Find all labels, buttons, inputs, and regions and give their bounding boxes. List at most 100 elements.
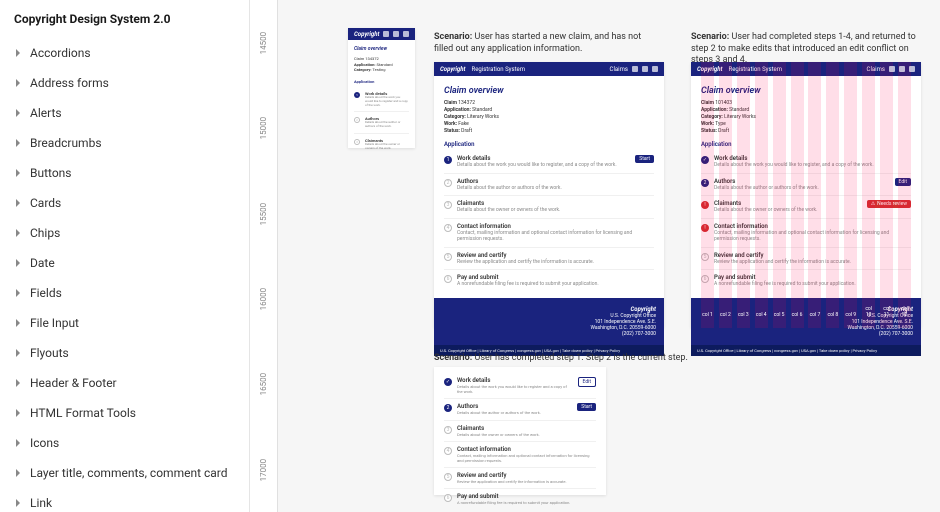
app-header: Copyright: [348, 28, 415, 40]
sidebar-item[interactable]: Alerts: [0, 98, 249, 128]
user-icon[interactable]: [652, 66, 658, 72]
check-icon: ✓: [444, 378, 452, 386]
sidebar-item[interactable]: Flyouts: [0, 338, 249, 368]
chevron-right-icon: [14, 79, 22, 87]
step-row[interactable]: ! Contact informationContact, mailing in…: [701, 219, 911, 248]
bell-icon[interactable]: [642, 66, 648, 72]
step-number-icon: 5: [444, 253, 452, 261]
step-number-icon: 2: [701, 179, 709, 187]
sidebar-item-label: Address forms: [30, 76, 109, 90]
sidebar-item[interactable]: File Input: [0, 308, 249, 338]
ruler-mark: 17000: [250, 427, 277, 512]
ruler-mark: 16000: [250, 256, 277, 341]
step-number-icon: 6: [701, 275, 709, 283]
step-row: 6 Pay and submitA nonrefundable filing f…: [444, 489, 596, 509]
sidebar-item[interactable]: Chips: [0, 218, 249, 248]
sidebar-item-label: Date: [30, 256, 55, 270]
step-number-icon: 4: [444, 224, 452, 232]
step-row: 3 ClaimantsDetails about the owner or ow…: [444, 196, 654, 219]
mobile-frame[interactable]: Copyright Claim overview Claim 134372 Ap…: [348, 28, 415, 148]
sidebar-item[interactable]: Link: [0, 488, 249, 512]
chevron-right-icon: [14, 199, 22, 207]
sidebar-list: Accordions Address forms Alerts Breadcrumbs…: [0, 38, 249, 512]
mail-icon[interactable]: [889, 66, 895, 72]
step-row[interactable]: 2 AuthorsDetails about the author or aut…: [701, 174, 911, 197]
vertical-ruler: 145001500015500160001650017000: [250, 0, 278, 512]
user-icon: [393, 31, 399, 37]
step-row: 5 Review and certifyReview the applicati…: [444, 248, 654, 271]
chevron-right-icon: [14, 109, 22, 117]
chevron-right-icon: [14, 439, 22, 447]
step-row[interactable]: 1 Work detailsDetails about the work you…: [444, 151, 654, 174]
step-row: 4 Contact informationContact, mailing in…: [444, 219, 654, 248]
sidebar-item-label: Breadcrumbs: [30, 136, 102, 150]
error-icon: !: [701, 201, 709, 209]
step-row[interactable]: ! Claimants Details about the owner or o…: [701, 196, 911, 219]
step-row[interactable]: ✓ Work detailsDetails about the work you…: [701, 151, 911, 174]
step-row: 5 Review and certifyReview the applicati…: [444, 468, 596, 489]
bell-icon[interactable]: [899, 66, 905, 72]
mail-icon[interactable]: [632, 66, 638, 72]
step-number-icon: 5: [701, 253, 709, 261]
ruler-mark: 15000: [250, 85, 277, 170]
frame-c[interactable]: ✓ Work detailsDetails about the work you…: [434, 367, 606, 495]
error-icon: !: [701, 224, 709, 232]
check-icon: ✓: [701, 156, 709, 164]
sidebar-item[interactable]: Fields: [0, 278, 249, 308]
sidebar-item[interactable]: Address forms: [0, 68, 249, 98]
chevron-right-icon: [14, 259, 22, 267]
sidebar-item[interactable]: Accordions: [0, 38, 249, 68]
step-row: 5 Review and certifyReview the applicati…: [701, 248, 911, 271]
app-header: Copyright Registration System Claims: [691, 62, 921, 76]
chevron-right-icon: [14, 499, 22, 507]
sidebar-item-label: Cards: [30, 196, 61, 210]
start-button[interactable]: Start: [635, 155, 654, 163]
scenario-c-label: Scenario: User has completed step 1. Ste…: [434, 353, 734, 365]
canvas[interactable]: Copyright Claim overview Claim 134372 Ap…: [278, 0, 940, 512]
brand: Copyright: [354, 31, 380, 38]
step-row: 6 Pay and submitA nonrefundable filing f…: [444, 270, 654, 292]
nav-claims[interactable]: Claims: [610, 66, 628, 73]
chevron-right-icon: [14, 229, 22, 237]
overview-title: Claim overview: [354, 46, 409, 52]
chevron-right-icon: [14, 319, 22, 327]
canvas-area: 145001500015500160001650017000 Copyright…: [250, 0, 940, 512]
frame-b[interactable]: col 1col 2col 3col 4col 5col 6col 7col 8…: [691, 62, 921, 328]
step-number-icon: 2: [444, 404, 452, 412]
sidebar: Copyright Design System 2.0 Accordions Ad…: [0, 0, 250, 512]
sidebar-item[interactable]: Buttons: [0, 158, 249, 188]
sidebar-title: Copyright Design System 2.0: [0, 0, 249, 38]
user-icon[interactable]: [909, 66, 915, 72]
start-button[interactable]: Start: [577, 403, 596, 411]
step-row: 3 ClaimantsDetails about the owner or ow…: [444, 421, 596, 442]
sidebar-item[interactable]: Layer title, comments, comment card: [0, 458, 249, 488]
sidebar-item[interactable]: Header & Footer: [0, 368, 249, 398]
sidebar-item[interactable]: Breadcrumbs: [0, 128, 249, 158]
sidebar-item[interactable]: Cards: [0, 188, 249, 218]
app-footer: Copyright U.S. Copyright Office 101 Inde…: [434, 298, 664, 345]
step-row[interactable]: ✓ Work detailsDetails about the work you…: [444, 373, 596, 399]
chevron-right-icon: [14, 49, 22, 57]
edit-button[interactable]: Edit: [895, 178, 911, 186]
error-badge: ⚠Needs review: [867, 200, 911, 208]
chevron-right-icon: [14, 469, 22, 477]
sidebar-item-label: Header & Footer: [30, 376, 117, 390]
sidebar-item-label: File Input: [30, 316, 79, 330]
menu-icon: [403, 31, 409, 37]
sidebar-item-label: Icons: [30, 436, 59, 450]
step-row[interactable]: 2 AuthorsDetails about the author or aut…: [444, 399, 596, 420]
sidebar-item-label: Alerts: [30, 106, 62, 120]
frame-a[interactable]: Copyright Registration System Claims Cla…: [434, 62, 664, 328]
step-row: 4 Contact informationContact, mailing in…: [444, 442, 596, 468]
sidebar-item[interactable]: HTML Format Tools: [0, 398, 249, 428]
sidebar-item-label: Fields: [30, 286, 62, 300]
chevron-right-icon: [14, 139, 22, 147]
edit-button[interactable]: Edit: [578, 377, 596, 387]
sidebar-item-label: Chips: [30, 226, 60, 240]
nav-label: Registration System: [472, 66, 526, 73]
sidebar-item-label: Link: [30, 496, 52, 510]
chevron-right-icon: [14, 349, 22, 357]
sidebar-item[interactable]: Icons: [0, 428, 249, 458]
ruler-mark: 15500: [250, 171, 277, 256]
sidebar-item[interactable]: Date: [0, 248, 249, 278]
